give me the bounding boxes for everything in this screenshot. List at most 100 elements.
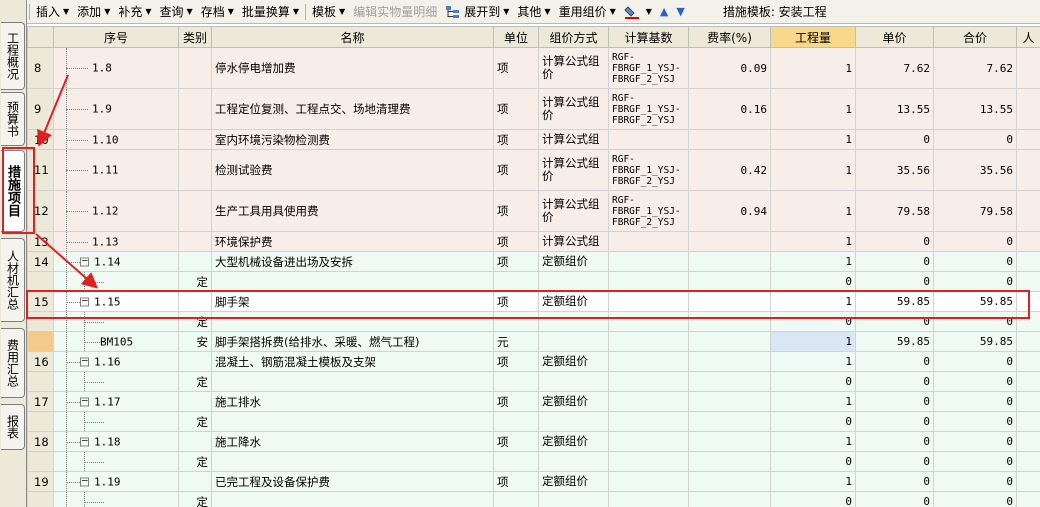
- add-button[interactable]: 添加 ▼: [73, 1, 114, 23]
- calc-base-cell[interactable]: [608, 411, 689, 432]
- pricing-method-cell[interactable]: [538, 331, 609, 352]
- labor-cell[interactable]: [1016, 231, 1040, 252]
- unit-price-cell[interactable]: 0: [855, 431, 934, 452]
- labor-cell[interactable]: [1016, 371, 1040, 392]
- collapse-minus-icon[interactable]: −: [80, 477, 89, 486]
- table-row[interactable]: 定000: [27, 271, 1040, 292]
- unit-cell[interactable]: 项: [493, 471, 539, 492]
- category-cell[interactable]: [178, 251, 212, 272]
- labor-cell[interactable]: [1016, 47, 1040, 89]
- category-cell[interactable]: [178, 391, 212, 412]
- calc-base-cell[interactable]: [608, 431, 689, 452]
- name-cell[interactable]: 环境保护费: [211, 231, 494, 252]
- col-header-name[interactable]: 名称: [211, 26, 494, 48]
- move-down-button[interactable]: ▼: [672, 1, 688, 23]
- rate-cell[interactable]: [688, 411, 771, 432]
- pricing-method-cell[interactable]: [538, 411, 609, 432]
- unit-price-cell[interactable]: 79.58: [855, 190, 934, 232]
- calc-base-cell[interactable]: [608, 129, 689, 150]
- pricing-method-cell[interactable]: 定额组价: [538, 471, 609, 492]
- total-price-cell[interactable]: 0: [933, 129, 1017, 150]
- quantity-cell[interactable]: 1: [770, 149, 856, 191]
- total-price-cell[interactable]: 35.56: [933, 149, 1017, 191]
- table-row[interactable]: 10 1.10 室内环境污染物检测费项计算公式组 1 0 0: [27, 129, 1040, 150]
- unit-cell[interactable]: 项: [493, 351, 539, 372]
- labor-cell[interactable]: [1016, 351, 1040, 372]
- row-number-cell[interactable]: 19: [27, 471, 54, 492]
- labor-cell[interactable]: [1016, 271, 1040, 292]
- quantity-cell[interactable]: 0: [770, 371, 856, 392]
- total-price-cell[interactable]: 0: [933, 371, 1017, 392]
- table-row[interactable]: BM105 安脚手架搭拆费(给排水、采暖、燃气工程) 元 1 59.85 59.85: [27, 331, 1040, 352]
- table-row[interactable]: 18−1.18 施工降水项定额组价 1 0 0: [27, 431, 1040, 452]
- pricing-method-cell[interactable]: [538, 491, 609, 507]
- collapse-minus-icon[interactable]: −: [80, 257, 89, 266]
- table-row[interactable]: 13 1.13 环境保护费项计算公式组 1 0 0: [27, 231, 1040, 252]
- unit-cell[interactable]: 项: [493, 88, 539, 130]
- total-price-cell[interactable]: 0: [933, 471, 1017, 492]
- rate-cell[interactable]: 0.16: [688, 88, 771, 130]
- name-cell[interactable]: 施工降水: [211, 431, 494, 452]
- quantity-cell[interactable]: 1: [770, 47, 856, 89]
- quantity-cell[interactable]: 1: [770, 471, 856, 492]
- unit-cell[interactable]: 元: [493, 331, 539, 352]
- quantity-cell[interactable]: 1: [770, 351, 856, 372]
- edit-material-button[interactable]: 编辑实物量明细: [349, 1, 441, 23]
- quantity-cell[interactable]: 1: [770, 251, 856, 272]
- tab-labor-material-summary[interactable]: 人材机汇总: [1, 238, 25, 322]
- row-number-cell[interactable]: [27, 411, 54, 432]
- pricing-method-cell[interactable]: [538, 451, 609, 472]
- code-cell[interactable]: 1.11: [53, 149, 179, 191]
- total-price-cell[interactable]: 0: [933, 391, 1017, 412]
- code-cell[interactable]: −1.19: [53, 471, 179, 492]
- row-number-cell[interactable]: 13: [27, 231, 54, 252]
- calc-base-cell[interactable]: [608, 451, 689, 472]
- pricing-method-cell[interactable]: 计算公式组价: [538, 47, 609, 89]
- unit-cell[interactable]: 项: [493, 149, 539, 191]
- table-row[interactable]: 9 1.9 工程定位复测、工程点交、场地清理费项计算公式组价 RGF-FBRGF_1_…: [27, 88, 1040, 130]
- labor-cell[interactable]: [1016, 149, 1040, 191]
- name-cell[interactable]: 检测试验费: [211, 149, 494, 191]
- rate-cell[interactable]: [688, 271, 771, 292]
- category-cell[interactable]: [178, 471, 212, 492]
- name-cell[interactable]: [211, 451, 494, 472]
- rate-cell[interactable]: [688, 371, 771, 392]
- pricing-method-cell[interactable]: 计算公式组: [538, 231, 609, 252]
- code-cell[interactable]: [53, 411, 179, 432]
- col-header-unit[interactable]: 单位: [493, 26, 539, 48]
- category-cell[interactable]: [178, 88, 212, 130]
- tab-cost-summary[interactable]: 费用汇总: [1, 328, 25, 398]
- name-cell[interactable]: 生产工具用具使用费: [211, 190, 494, 232]
- pricing-method-cell[interactable]: 定额组价: [538, 251, 609, 272]
- category-cell[interactable]: [178, 231, 212, 252]
- pricing-method-cell[interactable]: [538, 371, 609, 392]
- total-price-cell[interactable]: 7.62: [933, 47, 1017, 89]
- pricing-method-cell[interactable]: 计算公式组: [538, 129, 609, 150]
- labor-cell[interactable]: [1016, 251, 1040, 272]
- name-cell[interactable]: 工程定位复测、工程点交、场地清理费: [211, 88, 494, 130]
- total-price-cell[interactable]: 0: [933, 491, 1017, 507]
- row-number-cell[interactable]: [27, 271, 54, 292]
- category-cell[interactable]: 安: [178, 331, 212, 352]
- unit-price-cell[interactable]: 0: [855, 411, 934, 432]
- table-row[interactable]: 定000: [27, 451, 1040, 472]
- name-cell[interactable]: 混凝土、钢筋混凝土模板及支架: [211, 351, 494, 372]
- category-cell[interactable]: [178, 431, 212, 452]
- col-header-category[interactable]: 类别: [178, 26, 212, 48]
- category-cell[interactable]: 定: [178, 411, 212, 432]
- quantity-cell[interactable]: 1: [770, 129, 856, 150]
- total-price-cell[interactable]: 0: [933, 411, 1017, 432]
- quantity-cell[interactable]: 1: [770, 431, 856, 452]
- code-cell[interactable]: [53, 491, 179, 507]
- row-number-cell[interactable]: [27, 491, 54, 507]
- labor-cell[interactable]: [1016, 451, 1040, 472]
- rate-cell[interactable]: 0.94: [688, 190, 771, 232]
- code-cell[interactable]: 1.8: [53, 47, 179, 89]
- name-cell[interactable]: [211, 491, 494, 507]
- row-number-cell[interactable]: [27, 451, 54, 472]
- unit-cell[interactable]: 项: [493, 251, 539, 272]
- collapse-minus-icon[interactable]: −: [80, 437, 89, 446]
- total-price-cell[interactable]: 79.58: [933, 190, 1017, 232]
- total-price-cell[interactable]: 0: [933, 431, 1017, 452]
- code-cell[interactable]: 1.9: [53, 88, 179, 130]
